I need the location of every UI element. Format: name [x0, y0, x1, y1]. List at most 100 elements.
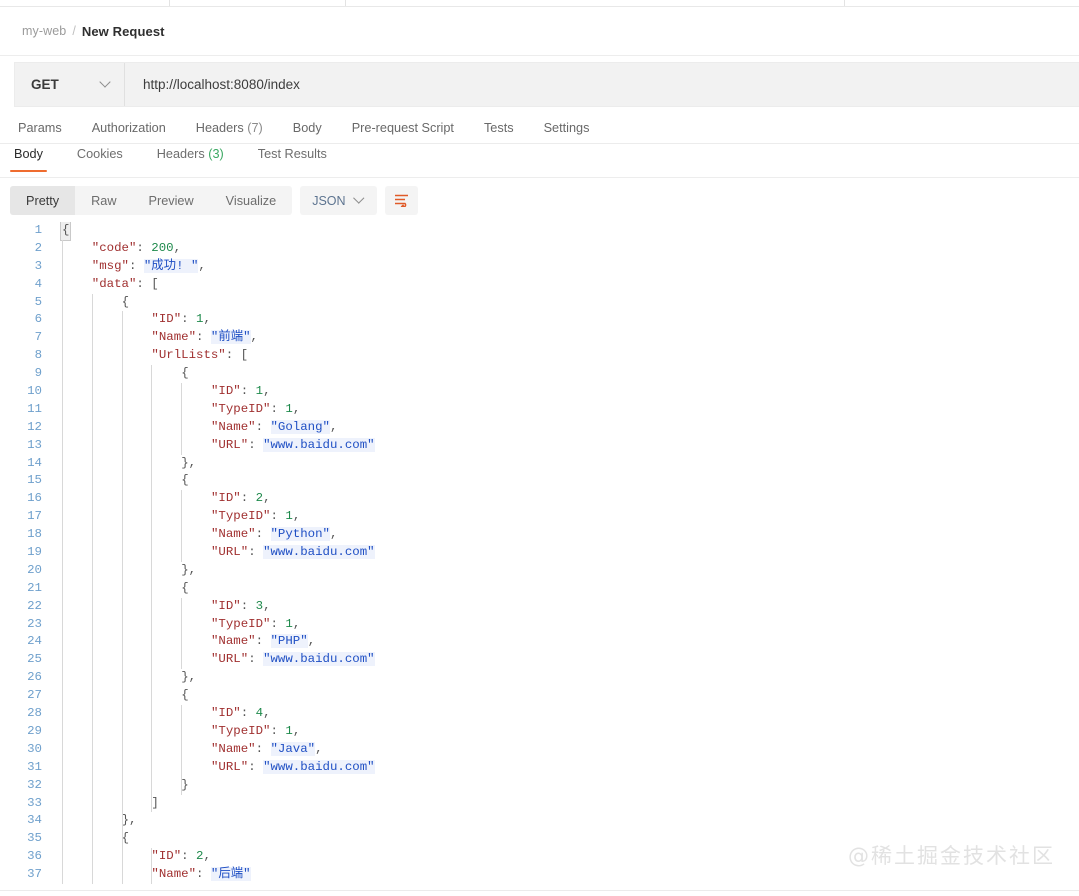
request-tab-params[interactable]: Params [18, 121, 62, 135]
code-line: 8 "UrlLists": [ [0, 347, 1079, 366]
json-pun: , [198, 258, 206, 273]
indent-guide [151, 705, 153, 723]
response-tab-body[interactable]: Body [10, 147, 47, 172]
indent-guide [62, 436, 63, 455]
code-tokens: "TypeID": 1, [211, 724, 300, 738]
json-pun: , [292, 723, 301, 738]
code-line: 29 "TypeID": 1, [0, 722, 1079, 741]
line-content: "TypeID": 1, [52, 508, 1079, 527]
line-number: 27 [27, 688, 42, 703]
request-tab-headers[interactable]: Headers (7) [196, 121, 263, 135]
response-format-selector[interactable]: JSON [300, 186, 377, 215]
json-str: "Golang" [270, 419, 330, 434]
indent-guide [121, 722, 123, 741]
line-content: "Name": "Golang", [52, 418, 1079, 437]
code-tokens: "ID": 2, [151, 849, 211, 863]
breadcrumb-collection[interactable]: my-web [22, 24, 66, 38]
code-tokens: "msg": "成功! ", [92, 258, 206, 273]
json-num: 1 [255, 384, 264, 399]
request-tab-body[interactable]: Body [293, 121, 322, 135]
code-line: 5{ [0, 293, 1079, 312]
code-tokens: "Name": "PHP", [211, 634, 315, 649]
code-line: 18 "Name": "Python", [0, 526, 1079, 545]
http-method-selector[interactable]: GET [15, 63, 125, 106]
line-number: 17 [27, 509, 42, 524]
indent-guide [62, 383, 63, 401]
indent-guide [181, 705, 183, 723]
line-number: 13 [27, 437, 42, 452]
indent-guide [151, 794, 153, 813]
indent-guide [181, 651, 183, 670]
json-key: "data" [91, 276, 137, 291]
line-content: }, [52, 561, 1079, 580]
json-brace: } [181, 670, 189, 685]
indent-guide [91, 812, 93, 831]
line-content: "URL": "www.baidu.com" [52, 436, 1079, 455]
line-number: 36 [27, 849, 42, 864]
code-tokens: "URL": "www.baidu.com" [211, 759, 375, 774]
request-tab-settings[interactable]: Settings [544, 121, 590, 135]
json-pun: , [263, 598, 271, 613]
response-tab-headers[interactable]: Headers (3) [153, 147, 228, 172]
indent-guide [151, 669, 153, 688]
code-line: 14}, [0, 454, 1079, 473]
indent-guide [121, 597, 123, 616]
code-tokens: "Name": "后端" [151, 867, 251, 882]
code-line: 21 { [0, 579, 1079, 598]
indent-guide [151, 490, 153, 509]
body-view-pretty[interactable]: Pretty [10, 186, 76, 215]
json-pun: : [181, 312, 197, 327]
request-tab-label: Params [18, 121, 62, 135]
indent-guide [151, 848, 153, 867]
json-pun: : [240, 598, 256, 613]
indent-guide [91, 669, 93, 688]
body-view-raw[interactable]: Raw [75, 186, 132, 215]
line-number: 12 [27, 419, 42, 434]
request-tab-tests[interactable]: Tests [484, 121, 514, 135]
json-key: "Name" [151, 867, 197, 882]
json-pun: : [136, 276, 152, 291]
code-tokens: "ID": 4, [211, 706, 271, 720]
indent-guide [121, 561, 123, 580]
indent-guide [91, 758, 93, 777]
json-pun: : [255, 634, 271, 649]
line-number: 37 [27, 867, 42, 882]
indent-guide [181, 758, 183, 777]
line-content: }, [52, 812, 1079, 831]
body-view-visualize[interactable]: Visualize [210, 186, 293, 215]
request-tab-authorization[interactable]: Authorization [92, 121, 166, 135]
code-tokens: "URL": "www.baidu.com" [211, 652, 375, 667]
json-key: "Name" [211, 419, 256, 434]
response-tab-cookies[interactable]: Cookies [73, 147, 127, 172]
indent-guide [91, 615, 93, 634]
line-number: 5 [34, 294, 42, 309]
line-content: "data": [ [52, 275, 1079, 294]
json-brace: { [121, 294, 130, 309]
request-tab-label: Tests [483, 121, 514, 135]
json-key: "ID" [211, 384, 241, 399]
json-key: "TypeID" [211, 401, 271, 416]
json-pun: , [330, 527, 338, 542]
chevron-down-icon [355, 194, 365, 204]
line-number: 22 [27, 598, 42, 613]
request-tab-label: Body [292, 121, 322, 135]
response-body-code[interactable]: 1{2 "code": 200, 3 "msg": "成功! ", 4 "data": [… [0, 222, 1079, 890]
indent-guide [121, 508, 123, 527]
json-pun: : [181, 849, 197, 864]
response-tab-test-results[interactable]: Test Results [254, 147, 331, 172]
code-line: 15 { [0, 472, 1079, 491]
word-wrap-button[interactable] [384, 186, 418, 215]
indent-guide [62, 329, 63, 348]
json-str: "www.baidu.com" [263, 437, 375, 452]
indent-guide [91, 365, 93, 384]
json-key: "Name" [211, 527, 256, 542]
line-content: "UrlLists": [ [52, 347, 1079, 366]
indent-guide [181, 490, 183, 509]
json-pun: : [128, 258, 144, 273]
json-str: "www.baidu.com" [263, 652, 375, 667]
json-key: "ID" [151, 849, 182, 864]
request-tab-pre-request-script[interactable]: Pre-request Script [352, 121, 454, 135]
body-view-preview[interactable]: Preview [133, 186, 210, 215]
indent-guide [91, 383, 93, 401]
request-url-input[interactable] [125, 63, 1079, 106]
